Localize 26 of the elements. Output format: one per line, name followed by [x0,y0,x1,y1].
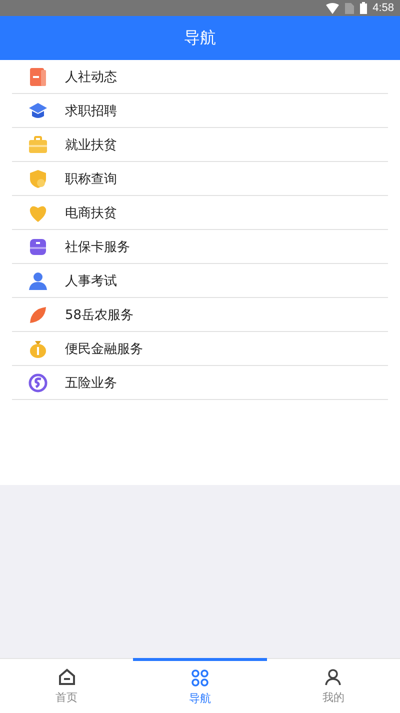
nav-tab[interactable]: 首页 [0,658,134,713]
menu-item[interactable]: 人事考试 [12,264,388,298]
menu-item[interactable]: 电商扶贫 [12,196,388,230]
menu-item[interactable]: 58岳农服务 [12,298,388,332]
person-icon [323,667,344,687]
menu-item[interactable]: 便民金融服务 [12,332,388,366]
person-icon [27,270,49,292]
home-icon [56,667,77,687]
grid-icon [190,668,210,688]
menu-item[interactable]: 就业扶贫 [12,128,388,162]
battery-icon [360,2,367,14]
nav-tab[interactable]: 导航 [133,658,267,713]
menu-item[interactable]: 求职招聘 [12,94,388,128]
status-time: 4:58 [372,2,394,14]
menu-item[interactable]: 人社动态 [12,60,388,94]
toolbox-icon [27,134,49,156]
menu-item[interactable]: 职称查询 [12,162,388,196]
wifi-icon [326,2,339,14]
no-sim-icon [344,2,354,14]
nav-tab[interactable]: 我的 [266,658,400,713]
menu-item[interactable]: 五险业务 [12,366,388,400]
document-icon [27,66,49,88]
shield-icon [27,168,49,190]
menu-item[interactable]: 社保卡服务 [12,230,388,264]
logo-icon [27,372,49,394]
page-title: 导航 [184,28,216,48]
